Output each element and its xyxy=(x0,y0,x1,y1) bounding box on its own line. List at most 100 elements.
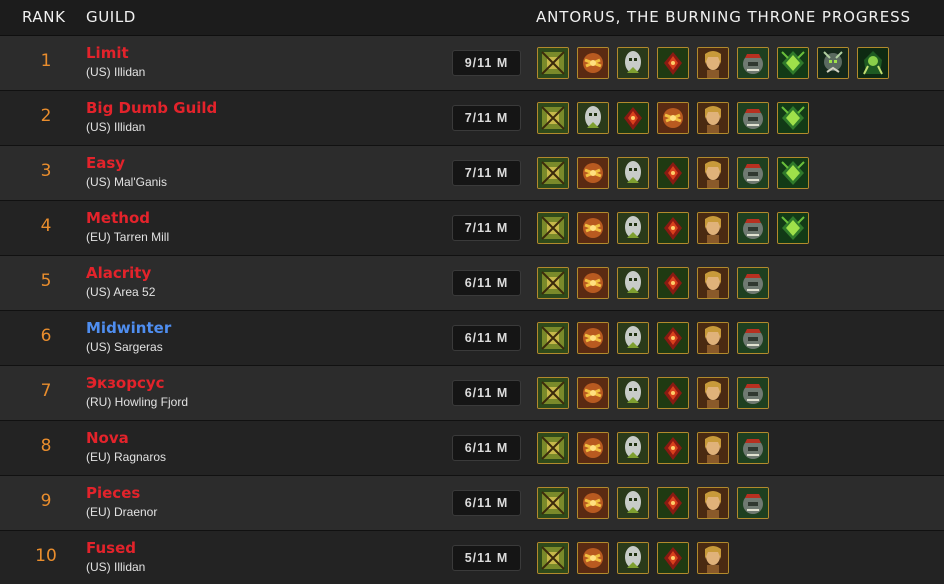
guild-realm: (EU) Ragnaros xyxy=(86,450,167,464)
guild-row[interactable]: 9 Pieces (EU) Draenor 6/11 M xyxy=(0,476,944,531)
garothi-worldbreaker-icon[interactable] xyxy=(537,267,569,299)
portal-keeper-hasabel-icon[interactable] xyxy=(657,157,689,189)
portal-keeper-hasabel-icon[interactable] xyxy=(657,487,689,519)
imonar-the-soulhunter-icon[interactable] xyxy=(737,102,769,134)
guild-realm: (US) Mal'Ganis xyxy=(86,175,167,189)
varimathras-icon[interactable] xyxy=(817,47,849,79)
guild-row[interactable]: 6 Midwinter (US) Sargeras 6/11 M xyxy=(0,311,944,366)
guild-name-link[interactable]: Midwinter xyxy=(86,319,171,337)
eonar-the-lifebinder-icon[interactable] xyxy=(697,267,729,299)
kingaroth-icon[interactable] xyxy=(777,47,809,79)
garothi-worldbreaker-icon[interactable] xyxy=(537,432,569,464)
felhounds-of-sargeras-icon[interactable] xyxy=(577,542,609,574)
antoran-high-command-icon[interactable] xyxy=(617,377,649,409)
guild-row[interactable]: 2 Big Dumb Guild (US) Illidan 7/11 M xyxy=(0,91,944,146)
garothi-worldbreaker-icon[interactable] xyxy=(537,322,569,354)
felhounds-of-sargeras-icon[interactable] xyxy=(657,102,689,134)
garothi-worldbreaker-icon[interactable] xyxy=(537,157,569,189)
guild-row[interactable]: 5 Alacrity (US) Area 52 6/11 M xyxy=(0,256,944,311)
rank-number: 4 xyxy=(40,216,52,236)
antoran-high-command-icon[interactable] xyxy=(617,212,649,244)
kingaroth-icon[interactable] xyxy=(777,212,809,244)
eonar-the-lifebinder-icon[interactable] xyxy=(697,212,729,244)
imonar-the-soulhunter-icon[interactable] xyxy=(737,267,769,299)
garothi-worldbreaker-icon[interactable] xyxy=(537,487,569,519)
boss-kill-icons xyxy=(537,487,777,519)
garothi-worldbreaker-icon[interactable] xyxy=(537,542,569,574)
kingaroth-icon[interactable] xyxy=(777,102,809,134)
felhounds-of-sargeras-icon[interactable] xyxy=(577,322,609,354)
guild-name-link[interactable]: Easy xyxy=(86,154,125,172)
antoran-high-command-icon[interactable] xyxy=(617,267,649,299)
kingaroth-icon[interactable] xyxy=(777,157,809,189)
garothi-worldbreaker-icon[interactable] xyxy=(537,102,569,134)
garothi-worldbreaker-icon[interactable] xyxy=(537,47,569,79)
eonar-the-lifebinder-icon[interactable] xyxy=(697,432,729,464)
guild-name-link[interactable]: Method xyxy=(86,209,150,227)
garothi-worldbreaker-icon[interactable] xyxy=(537,377,569,409)
rank-number: 6 xyxy=(40,326,52,346)
guild-name-link[interactable]: Экзорсус xyxy=(86,374,165,392)
guild-realm: (US) Illidan xyxy=(86,65,146,79)
progress-badge: 6/11 M xyxy=(452,435,521,461)
guild-name-link[interactable]: Big Dumb Guild xyxy=(86,99,217,117)
antoran-high-command-icon[interactable] xyxy=(617,542,649,574)
boss-kill-icons xyxy=(537,377,777,409)
rank-number: 7 xyxy=(40,381,52,401)
felhounds-of-sargeras-icon[interactable] xyxy=(577,487,609,519)
guild-name-link[interactable]: Pieces xyxy=(86,484,140,502)
guild-row[interactable]: 3 Easy (US) Mal'Ganis 7/11 M xyxy=(0,146,944,201)
guild-realm: (US) Illidan xyxy=(86,120,146,134)
guild-name-link[interactable]: Nova xyxy=(86,429,129,447)
antoran-high-command-icon[interactable] xyxy=(617,47,649,79)
eonar-the-lifebinder-icon[interactable] xyxy=(697,377,729,409)
antoran-high-command-icon[interactable] xyxy=(617,432,649,464)
eonar-the-lifebinder-icon[interactable] xyxy=(697,322,729,354)
felhounds-of-sargeras-icon[interactable] xyxy=(577,377,609,409)
eonar-the-lifebinder-icon[interactable] xyxy=(697,102,729,134)
felhounds-of-sargeras-icon[interactable] xyxy=(577,157,609,189)
guild-row[interactable]: 7 Экзорсус (RU) Howling Fjord 6/11 M xyxy=(0,366,944,421)
portal-keeper-hasabel-icon[interactable] xyxy=(617,102,649,134)
guild-row[interactable]: 8 Nova (EU) Ragnaros 6/11 M xyxy=(0,421,944,476)
eonar-the-lifebinder-icon[interactable] xyxy=(697,542,729,574)
antoran-high-command-icon[interactable] xyxy=(617,322,649,354)
eonar-the-lifebinder-icon[interactable] xyxy=(697,47,729,79)
progress-badge: 5/11 M xyxy=(452,545,521,571)
antoran-high-command-icon[interactable] xyxy=(577,102,609,134)
portal-keeper-hasabel-icon[interactable] xyxy=(657,432,689,464)
portal-keeper-hasabel-icon[interactable] xyxy=(657,377,689,409)
imonar-the-soulhunter-icon[interactable] xyxy=(737,432,769,464)
imonar-the-soulhunter-icon[interactable] xyxy=(737,322,769,354)
felhounds-of-sargeras-icon[interactable] xyxy=(577,267,609,299)
guild-row[interactable]: 4 Method (EU) Tarren Mill 7/11 M xyxy=(0,201,944,256)
progress-badge: 7/11 M xyxy=(452,160,521,186)
antoran-high-command-icon[interactable] xyxy=(617,487,649,519)
felhounds-of-sargeras-icon[interactable] xyxy=(577,212,609,244)
imonar-the-soulhunter-icon[interactable] xyxy=(737,487,769,519)
imonar-the-soulhunter-icon[interactable] xyxy=(737,47,769,79)
felhounds-of-sargeras-icon[interactable] xyxy=(577,47,609,79)
guild-realm: (US) Area 52 xyxy=(86,285,156,299)
portal-keeper-hasabel-icon[interactable] xyxy=(657,47,689,79)
guild-name-link[interactable]: Limit xyxy=(86,44,129,62)
coven-of-shivarra-icon[interactable] xyxy=(857,47,889,79)
guild-row[interactable]: 1 Limit (US) Illidan 9/11 M xyxy=(0,36,944,91)
eonar-the-lifebinder-icon[interactable] xyxy=(697,157,729,189)
portal-keeper-hasabel-icon[interactable] xyxy=(657,212,689,244)
guild-row[interactable]: 10 Fused (US) Illidan 5/11 M xyxy=(0,531,944,584)
eonar-the-lifebinder-icon[interactable] xyxy=(697,487,729,519)
antoran-high-command-icon[interactable] xyxy=(617,157,649,189)
boss-kill-icons xyxy=(537,157,817,189)
portal-keeper-hasabel-icon[interactable] xyxy=(657,322,689,354)
imonar-the-soulhunter-icon[interactable] xyxy=(737,157,769,189)
guild-name-link[interactable]: Fused xyxy=(86,539,136,557)
portal-keeper-hasabel-icon[interactable] xyxy=(657,542,689,574)
imonar-the-soulhunter-icon[interactable] xyxy=(737,377,769,409)
imonar-the-soulhunter-icon[interactable] xyxy=(737,212,769,244)
garothi-worldbreaker-icon[interactable] xyxy=(537,212,569,244)
guild-realm: (EU) Tarren Mill xyxy=(86,230,170,244)
portal-keeper-hasabel-icon[interactable] xyxy=(657,267,689,299)
felhounds-of-sargeras-icon[interactable] xyxy=(577,432,609,464)
guild-name-link[interactable]: Alacrity xyxy=(86,264,151,282)
